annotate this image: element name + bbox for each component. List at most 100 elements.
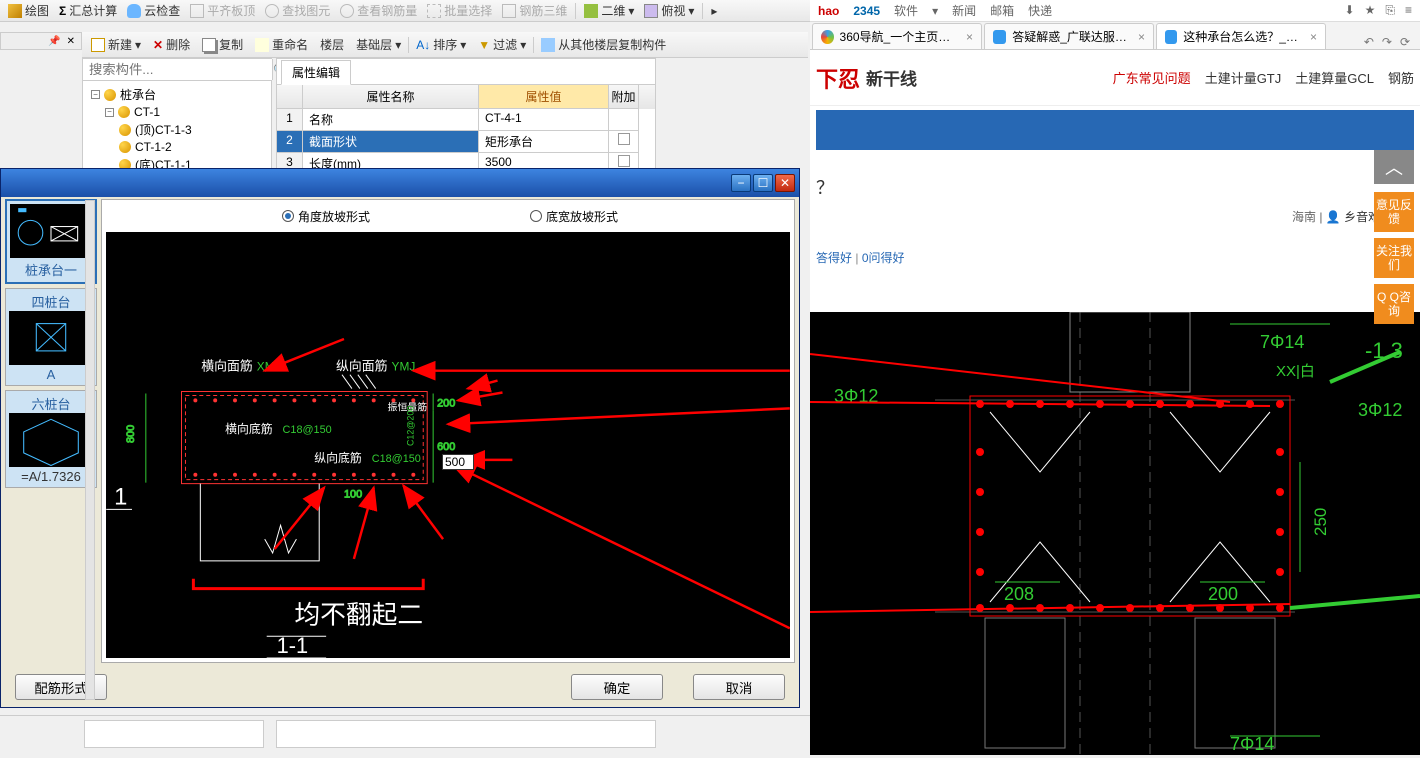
thumb-scrollbar[interactable] — [85, 200, 95, 700]
feedback-button[interactable]: 意见反馈 — [1374, 192, 1414, 232]
toolbar-icon[interactable]: ★ — [1365, 3, 1376, 18]
copy-button[interactable]: 复制 — [197, 35, 248, 54]
select-icon — [427, 4, 441, 18]
browser-tab[interactable]: 答疑解惑_广联达服务新× — [984, 23, 1154, 49]
new-button[interactable]: 新建▾ — [86, 35, 146, 54]
question-title: ？ — [810, 154, 1420, 208]
bookmark-item[interactable]: 新闻 — [952, 2, 976, 19]
thumbnail[interactable]: 六桩台 =A/1.7326 — [5, 390, 97, 488]
minimize-button[interactable]: − — [731, 174, 751, 192]
tree-node[interactable]: −CT-1 — [85, 104, 269, 120]
nav-link[interactable]: 广东常见问题 — [1113, 68, 1191, 87]
dialog-body: 角度放坡形式 底宽放坡形式 — [101, 199, 795, 663]
tab-close-icon[interactable]: × — [1138, 30, 1145, 44]
bookmark-item[interactable]: ▾ — [932, 4, 938, 18]
floor-select[interactable]: 基础层▾ — [351, 35, 406, 54]
bottom-panel-a — [84, 720, 264, 748]
property-panel: 属性编辑 属性名称 属性值 附加 1名称CT-4-1 2截面形状矩形承台 3长度… — [276, 58, 656, 176]
svg-text:208: 208 — [1004, 584, 1034, 604]
qq-button[interactable]: Q Q咨询 — [1374, 284, 1414, 324]
floor-label: 楼层 — [315, 35, 349, 54]
svg-text:600: 600 — [437, 441, 455, 453]
topview-button[interactable]: 俯视▾ — [640, 1, 698, 20]
thumbnail[interactable]: 四桩台 A — [5, 288, 97, 386]
checkbox[interactable] — [618, 133, 630, 145]
view2d-button[interactable]: 二维▾ — [580, 1, 638, 20]
svg-text:XX|白: XX|白 — [1276, 363, 1315, 380]
bookmark-item[interactable]: 软件 — [894, 2, 918, 19]
svg-text:1: 1 — [114, 483, 127, 510]
bookmark-item[interactable]: 邮箱 — [990, 2, 1014, 19]
cancel-button[interactable]: 取消 — [693, 674, 785, 700]
bookmark-item[interactable]: 快递 — [1028, 2, 1052, 19]
batch-button[interactable]: 批量选择 — [423, 1, 496, 20]
toolbar-icon[interactable]: ⬇ — [1345, 3, 1355, 18]
steel3d-button[interactable]: 钢筋三维 — [498, 1, 571, 20]
tree-node[interactable]: CT-1-2 — [85, 139, 269, 155]
svg-text:纵向面筋: 纵向面筋 — [336, 359, 388, 374]
close-icon[interactable]: ✕ — [67, 36, 75, 47]
property-tab[interactable]: 属性编辑 — [281, 60, 351, 85]
svg-text:横向底筋: 横向底筋 — [225, 422, 273, 436]
browser-bookmarks: hao 2345 软件 ▾ 新闻 邮箱 快递 ⬇ ★ ⎘ ≡ — [810, 0, 1420, 22]
property-row-selected[interactable]: 2截面形状矩形承台 — [277, 131, 655, 153]
search-input[interactable] — [83, 59, 272, 80]
site-logo[interactable]: 下忍 — [816, 62, 860, 94]
rebar-button[interactable]: 查看钢筋量 — [336, 1, 421, 20]
dim-edit-input[interactable] — [442, 454, 474, 470]
close-button[interactable]: ✕ — [775, 174, 795, 192]
filter-button[interactable]: ▼过滤▾ — [473, 35, 531, 54]
col-add: 附加 — [609, 85, 639, 109]
radio-width[interactable]: 底宽放坡形式 — [530, 208, 618, 225]
stat-link[interactable]: 答得好 — [816, 251, 852, 265]
rename-button[interactable]: 重命名 — [250, 35, 313, 54]
browser-tab-active[interactable]: 这种承台怎么选？_广联达× — [1156, 23, 1326, 49]
toolbar-icon[interactable]: ⎘ — [1385, 3, 1395, 18]
component-tree-panel: 🔍 −桩承台 −CT-1 (顶)CT-1-3 CT-1-2 (底)CT-1-1 — [82, 58, 272, 179]
forward-icon[interactable]: ↷ — [1382, 35, 1392, 49]
radio-icon — [282, 210, 294, 222]
chevron-down-icon: ▾ — [628, 4, 634, 18]
tab-close-icon[interactable]: × — [966, 30, 973, 44]
copyfrom-button[interactable]: 从其他楼层复制构件 — [536, 35, 671, 54]
nav-link[interactable]: 土建计量GTJ — [1205, 68, 1282, 87]
back-icon[interactable]: ↶ — [1364, 35, 1374, 49]
tab-close-icon[interactable]: × — [1310, 30, 1317, 44]
search-icon — [265, 4, 279, 18]
stat-link[interactable]: 0问得好 — [862, 251, 905, 265]
bottom-panel-b — [276, 720, 656, 748]
more-button[interactable]: ▸ — [707, 3, 721, 19]
radio-angle[interactable]: 角度放坡形式 — [282, 208, 370, 225]
checkbox[interactable] — [618, 155, 630, 167]
find-button[interactable]: 查找图元 — [261, 1, 334, 20]
svg-text:7Φ14: 7Φ14 — [1260, 332, 1304, 352]
flat-button[interactable]: 平齐板顶 — [186, 1, 259, 20]
pencil-icon — [8, 4, 22, 18]
draw-button[interactable]: 绘图 — [4, 1, 53, 20]
ok-button[interactable]: 确定 — [571, 674, 663, 700]
sort-button[interactable]: A↓排序▾ — [411, 35, 471, 54]
item-icon — [119, 124, 131, 136]
nav-link[interactable]: 土建算量GCL — [1295, 68, 1374, 87]
toolbar-icon[interactable]: ≡ — [1405, 3, 1412, 18]
collapse-icon[interactable]: − — [91, 90, 100, 99]
browser-tab[interactable]: 360导航_一个主页，整个× — [812, 23, 982, 49]
tree-node[interactable]: (顶)CT-1-3 — [85, 120, 269, 139]
thumbnail[interactable]: 桩承台一 — [5, 199, 97, 284]
property-row[interactable]: 1名称CT-4-1 — [277, 109, 655, 131]
maximize-button[interactable]: ☐ — [753, 174, 773, 192]
pin-icon[interactable]: 📌 — [48, 36, 60, 47]
sum-button[interactable]: Σ汇总计算 — [55, 1, 121, 20]
nav-link[interactable]: 钢筋 — [1388, 68, 1414, 87]
collapse-icon[interactable]: − — [105, 108, 114, 117]
delete-button[interactable]: ✕删除 — [148, 35, 195, 54]
dialog-thumbnails: 桩承台一 四桩台 A 六桩台 =A/1.7326 — [5, 199, 97, 663]
bookmark-item[interactable]: hao — [818, 4, 839, 18]
refresh-icon[interactable]: ⟳ — [1400, 35, 1410, 49]
follow-button[interactable]: 关注我们 — [1374, 238, 1414, 278]
tree-node-root[interactable]: −桩承台 — [85, 85, 269, 104]
dialog-titlebar[interactable]: − ☐ ✕ — [1, 169, 799, 197]
bookmark-item[interactable]: 2345 — [853, 4, 880, 18]
cloud-check-button[interactable]: 云检查 — [123, 1, 184, 20]
scroll-top-button[interactable]: ︿ — [1374, 150, 1414, 184]
